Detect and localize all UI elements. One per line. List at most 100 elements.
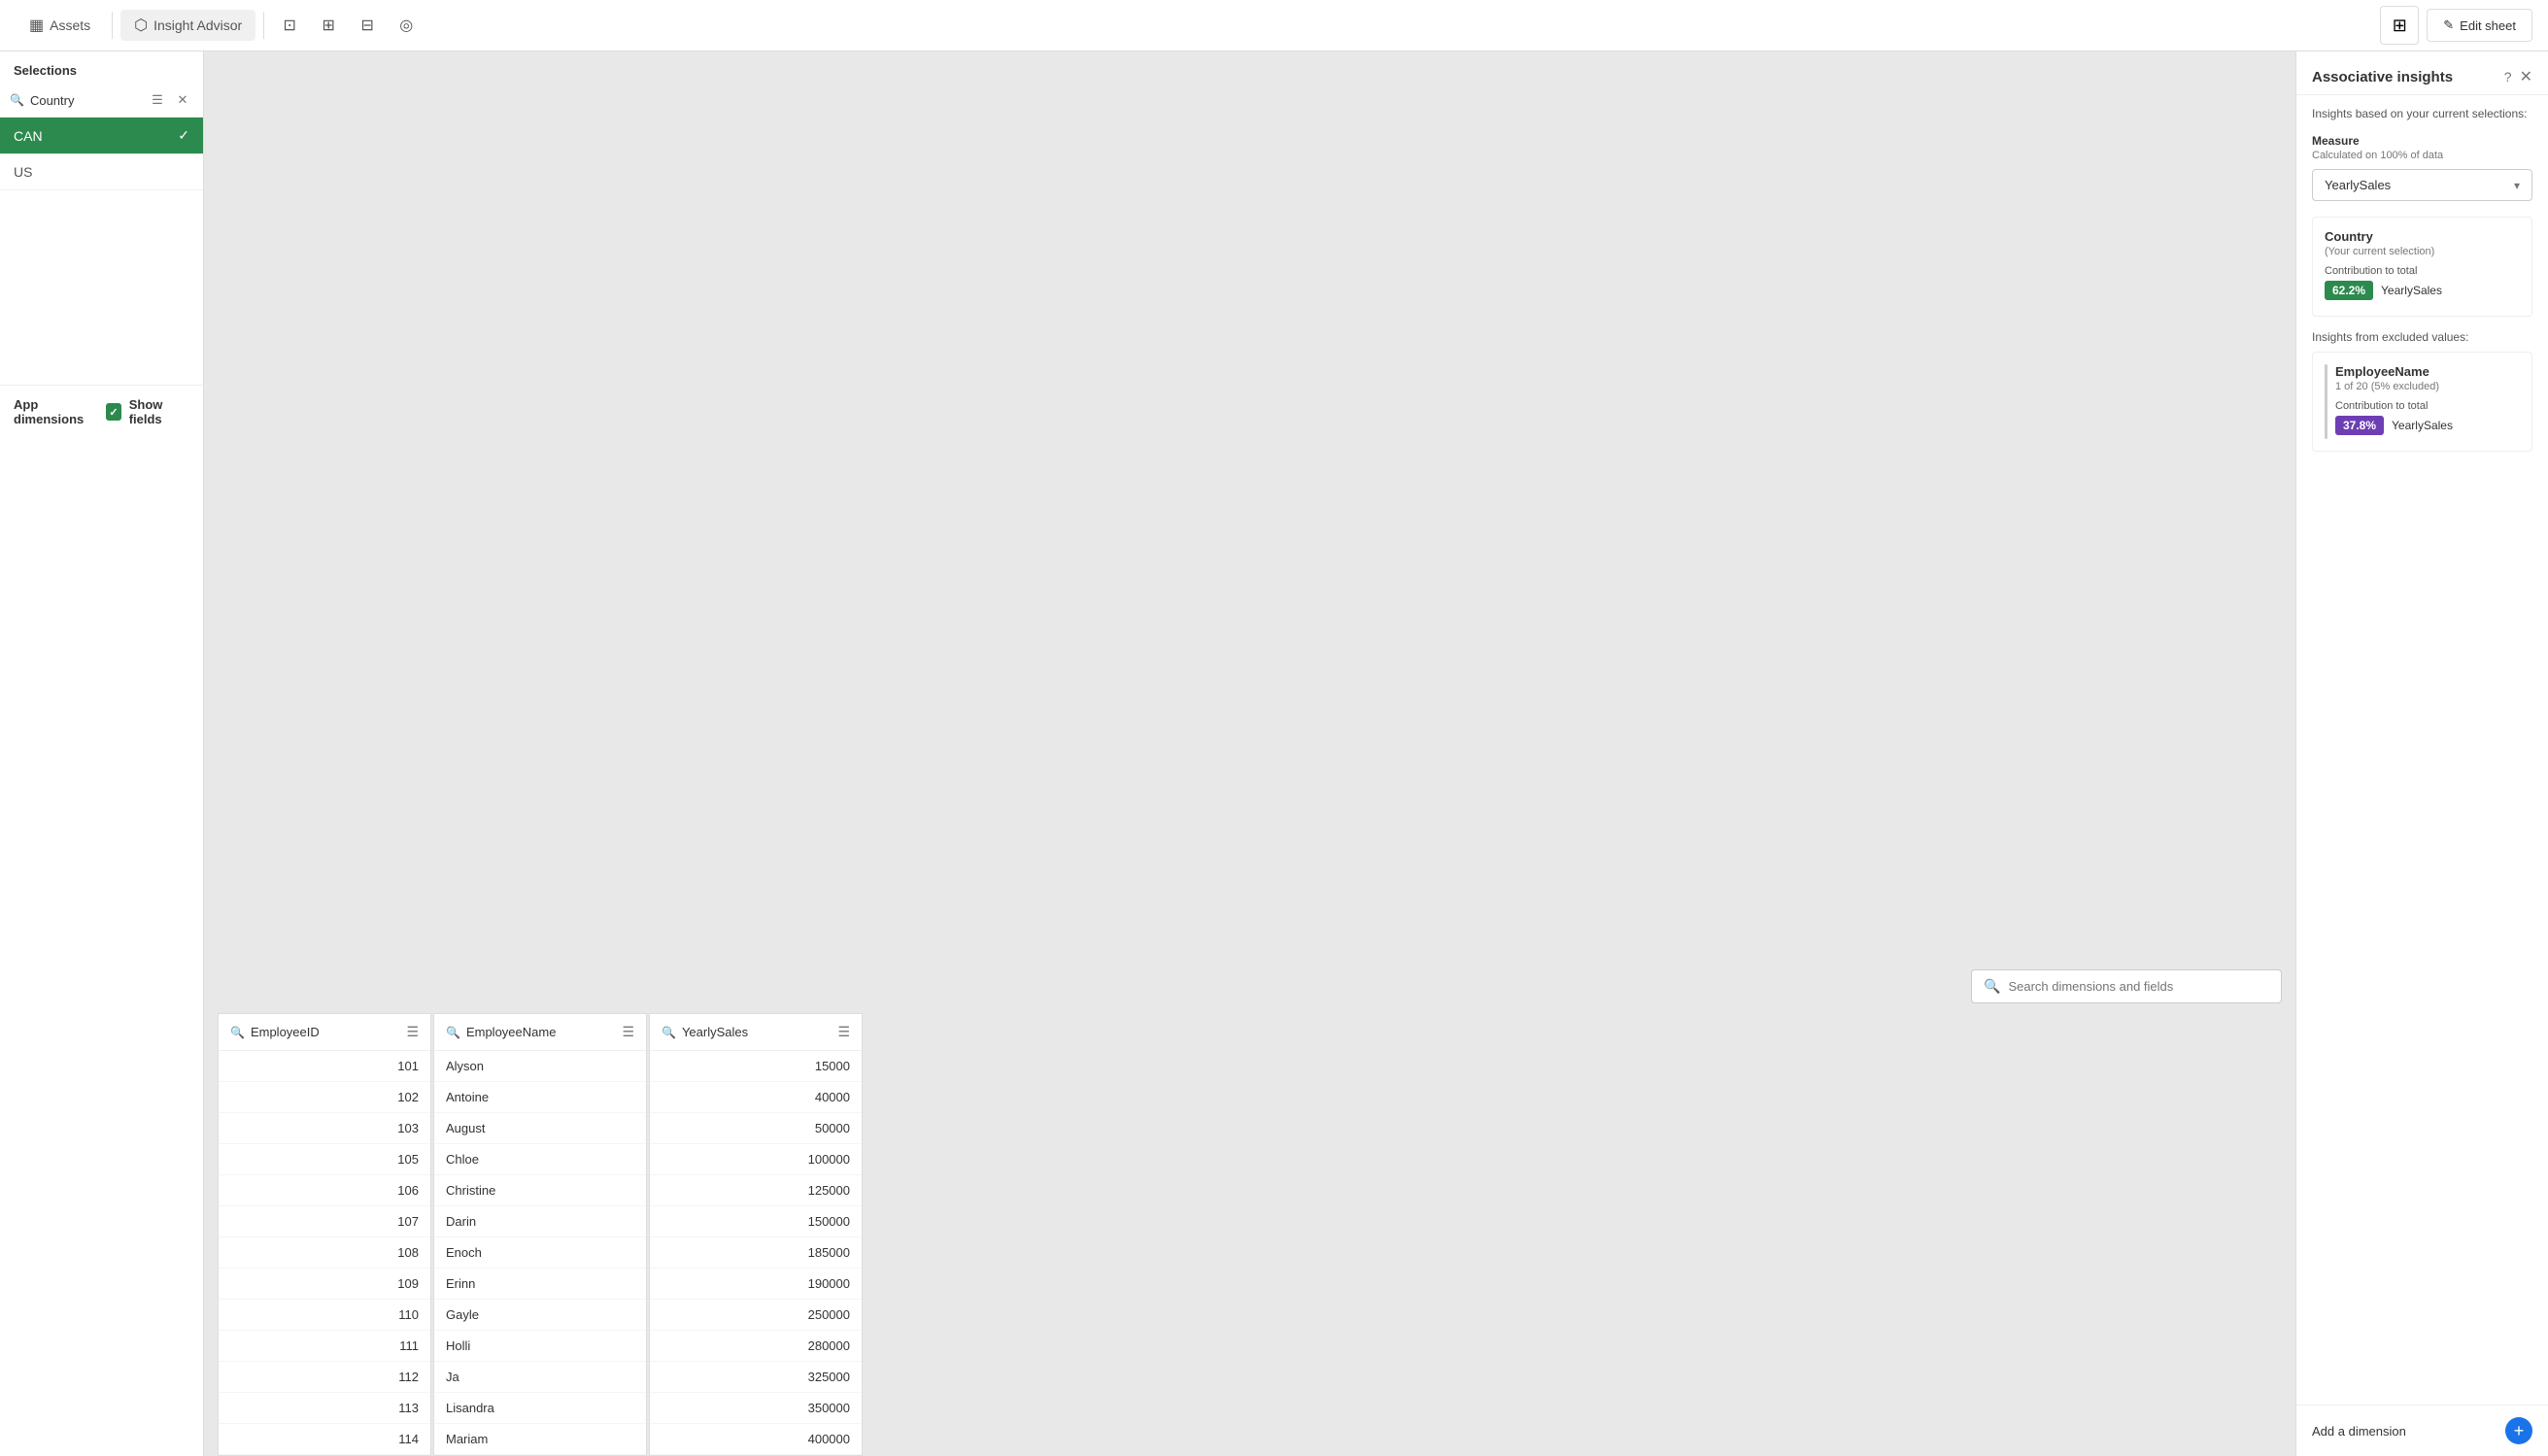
topbar-right: ⊞ ✎ Edit sheet <box>2380 6 2532 45</box>
filter-list-icon[interactable]: ☰ <box>147 89 168 111</box>
card-title-country: Country <box>2325 229 2520 244</box>
table-row: 280000 <box>650 1331 862 1362</box>
table-row: August <box>434 1113 646 1144</box>
close-icon[interactable]: ✕ <box>2520 67 2532 86</box>
table-row: 102 <box>219 1082 430 1113</box>
col-menu-employeeid[interactable]: ☰ <box>406 1024 419 1040</box>
table-row: 250000 <box>650 1300 862 1331</box>
table-row: Darin <box>434 1206 646 1237</box>
grid-view-button[interactable]: ⊞ <box>2380 6 2419 45</box>
excluded-card-sub: 1 of 20 (5% excluded) <box>2335 381 2520 392</box>
filter-item-us-label: US <box>14 164 32 180</box>
app-dimensions-bar: App dimensions ✓ Show fields <box>0 385 203 438</box>
tool-btn-1[interactable]: ⊡ <box>272 8 307 43</box>
filter-icons: ☰ ✕ <box>147 89 193 111</box>
table-employeename: 🔍 EmployeeName ☰ Alyson Antoine August C… <box>433 1013 647 1456</box>
table-header-employeename: 🔍 EmployeeName ☰ <box>434 1014 646 1051</box>
table-row: Enoch <box>434 1237 646 1269</box>
tab-assets[interactable]: ▦ Assets <box>16 10 104 41</box>
measure-label: Measure <box>2312 134 2532 148</box>
table-yearlysales: 🔍 YearlySales ☰ 15000 40000 50000 100000… <box>649 1013 863 1456</box>
add-dimension-button[interactable]: + <box>2505 1417 2532 1444</box>
table-row: 110 <box>219 1300 430 1331</box>
filter-item-can-label: CAN <box>14 128 43 144</box>
right-panel-title: Associative insights <box>2312 69 2504 85</box>
tool-btn-3[interactable]: ⊟ <box>350 8 385 43</box>
excluded-card-title: EmployeeName <box>2335 364 2520 379</box>
col-menu-yearlysales[interactable]: ☰ <box>837 1024 850 1040</box>
col-name-employeename: EmployeeName <box>466 1025 616 1039</box>
table-row: Antoine <box>434 1082 646 1113</box>
filter-item-us[interactable]: US <box>0 154 203 190</box>
table-row: 105 <box>219 1144 430 1175</box>
check-mark-icon: ✓ <box>109 406 118 419</box>
table-employeeid: 🔍 EmployeeID ☰ 101 102 103 105 106 107 1… <box>218 1013 431 1456</box>
excluded-content: EmployeeName 1 of 20 (5% excluded) Contr… <box>2335 364 2520 439</box>
show-fields-label: Show fields <box>129 397 189 426</box>
filter-clear-icon[interactable]: ✕ <box>172 89 193 111</box>
data-tables-area: 🔍 🔍 EmployeeID ☰ 101 102 103 105 106 <box>204 956 2295 1456</box>
selections-header: Selections <box>0 51 203 84</box>
table-row: 350000 <box>650 1393 862 1424</box>
table-row: 108 <box>219 1237 430 1269</box>
tab-divider <box>112 12 113 39</box>
table-row: 100000 <box>650 1144 862 1175</box>
table-row: Alyson <box>434 1051 646 1082</box>
table-row: 103 <box>219 1113 430 1144</box>
topbar-left: ▦ Assets ⬡ Insight Advisor ⊡ ⊞ ⊟ ◎ <box>16 8 424 43</box>
field-icon: 🔍 <box>230 1026 245 1039</box>
table-row: 109 <box>219 1269 430 1300</box>
table-row: 112 <box>219 1362 430 1393</box>
field-icon-ys: 🔍 <box>662 1026 676 1039</box>
filter-search-icon: 🔍 <box>10 93 24 107</box>
center-content <box>204 51 2295 956</box>
filter-title-text: Country <box>30 93 147 108</box>
add-dimension-label: Add a dimension <box>2312 1424 2406 1439</box>
edit-sheet-button[interactable]: ✎ Edit sheet <box>2427 9 2532 42</box>
right-panel: Associative insights ? ✕ Insights based … <box>2295 51 2548 1456</box>
insights-description: Insights based on your current selection… <box>2312 107 2532 120</box>
col-menu-employeename[interactable]: ☰ <box>622 1024 634 1040</box>
left-panel: Selections 🔍 Country ☰ ✕ CAN ✓ US App d <box>0 51 204 1456</box>
assets-tab-label: Assets <box>50 17 90 33</box>
table-header-employeeid: 🔍 EmployeeID ☰ <box>219 1014 430 1051</box>
filter-empty-space <box>0 190 203 385</box>
filter-title-row: 🔍 Country ☰ ✕ <box>0 84 203 118</box>
table-row: Christine <box>434 1175 646 1206</box>
filter-item-can[interactable]: CAN ✓ <box>0 118 203 154</box>
help-icon[interactable]: ? <box>2504 69 2512 85</box>
table-row: 50000 <box>650 1113 862 1144</box>
search-dimensions-input[interactable] <box>2008 979 2269 994</box>
tables-row: 🔍 EmployeeID ☰ 101 102 103 105 106 107 1… <box>218 1013 2295 1456</box>
measure-sublabel: Calculated on 100% of data <box>2312 150 2532 161</box>
contribution-row-current: 62.2% YearlySales <box>2325 281 2520 300</box>
tab-divider-2 <box>263 12 264 39</box>
show-fields-toggle[interactable]: ✓ <box>106 403 121 421</box>
right-panel-header: Associative insights ? ✕ <box>2296 51 2548 95</box>
col-name-yearlysales: YearlySales <box>682 1025 832 1039</box>
dim-icon: 🔍 <box>446 1026 460 1039</box>
table-row: 114 <box>219 1424 430 1455</box>
app-dimensions-label: App dimensions <box>14 397 98 426</box>
contribution-field-current: YearlySales <box>2381 284 2442 297</box>
table-row: 190000 <box>650 1269 862 1300</box>
right-panel-footer: Add a dimension + <box>2296 1405 2548 1456</box>
tool-btn-4[interactable]: ◎ <box>389 8 424 43</box>
col-name-employeeid: EmployeeID <box>251 1025 400 1039</box>
tab-insight-advisor[interactable]: ⬡ Insight Advisor <box>120 10 255 41</box>
contribution-badge-green: 62.2% <box>2325 281 2373 300</box>
table-row: 40000 <box>650 1082 862 1113</box>
assets-icon: ▦ <box>29 16 44 35</box>
table-row: Chloe <box>434 1144 646 1175</box>
measure-dropdown[interactable]: YearlySales ▾ <box>2312 169 2532 201</box>
topbar: ▦ Assets ⬡ Insight Advisor ⊡ ⊞ ⊟ ◎ ⊞ ✎ E… <box>0 0 2548 51</box>
contribution-field-excluded: YearlySales <box>2392 419 2453 432</box>
search-icon: 🔍 <box>1984 978 2000 995</box>
chevron-down-icon: ▾ <box>2514 179 2520 192</box>
search-dimensions-bar: 🔍 <box>1971 969 2282 1003</box>
table-row: Gayle <box>434 1300 646 1331</box>
tool-btn-2[interactable]: ⊞ <box>311 8 346 43</box>
table-row: 106 <box>219 1175 430 1206</box>
contribution-label-excluded: Contribution to total <box>2335 400 2520 412</box>
topbar-tools: ⊡ ⊞ ⊟ ◎ <box>272 8 424 43</box>
